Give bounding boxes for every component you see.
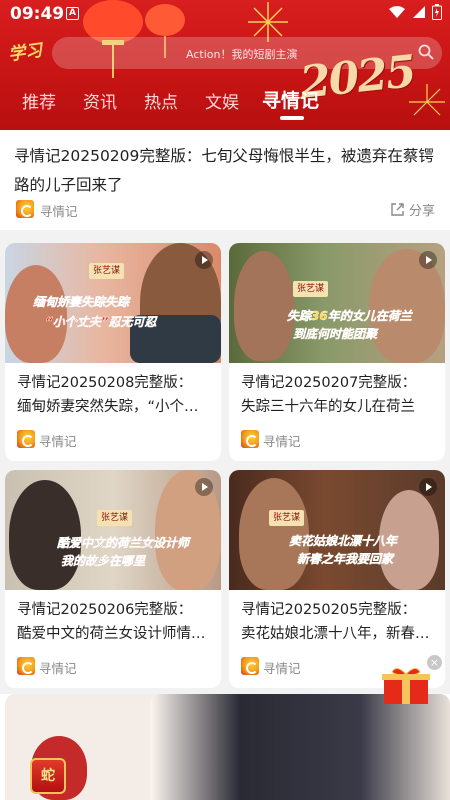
- card-title-line: 寻情记20250207完整版：: [241, 375, 417, 391]
- host-badge: 张艺谋: [97, 510, 133, 526]
- system-icons: [388, 4, 442, 20]
- channel-icon: [241, 430, 259, 448]
- app-logo[interactable]: 学习: [6, 36, 43, 66]
- signal-icon: [413, 6, 425, 18]
- snake-year-button[interactable]: 蛇: [30, 758, 66, 794]
- channel-icon: [17, 657, 35, 675]
- channel-icon: [241, 657, 259, 675]
- channel-icon: [16, 200, 34, 218]
- notification-icon: A: [66, 7, 79, 20]
- active-tab-indicator: [280, 116, 304, 120]
- video-thumbnail[interactable]: 张艺谋 缅甸娇妻失踪失踪 “小个丈夫”忍无可忍: [5, 243, 221, 363]
- video-card[interactable]: 张艺谋 酷爱中文的荷兰女设计师 我的故乡在哪里 寻情记20250206完整版： …: [5, 470, 221, 688]
- play-icon[interactable]: [195, 478, 213, 496]
- thumbnail-caption: “小个丈夫”忍无可忍: [45, 315, 157, 329]
- play-icon[interactable]: [419, 251, 437, 269]
- search-icon[interactable]: [418, 44, 434, 60]
- card-title-line: 酷爱中文的荷兰女设计师情系故乡: [17, 626, 213, 642]
- card-title-line: 寻情记20250206完整版：: [17, 602, 193, 618]
- video-thumbnail[interactable]: 张艺谋 酷爱中文的荷兰女设计师 我的故乡在哪里: [5, 470, 221, 590]
- thumbnail-caption: 到底何时能团聚: [293, 327, 378, 341]
- channel-name[interactable]: 寻情记: [39, 658, 77, 677]
- channel-name[interactable]: 寻情记: [40, 201, 78, 220]
- card-title[interactable]: 寻情记20250206完整版： 酷爱中文的荷兰女设计师情系故乡: [17, 598, 213, 646]
- host-badge: 张艺谋: [293, 281, 329, 297]
- card-title-line: 失踪三十六年的女儿在荷兰: [241, 399, 415, 415]
- tab-xunqingji[interactable]: 寻情记: [262, 86, 319, 113]
- thumbnail-caption: 我的故乡在哪里: [61, 554, 146, 568]
- tab-news[interactable]: 资讯: [83, 88, 117, 113]
- video-thumbnail[interactable]: [150, 694, 450, 800]
- share-label: 分享: [409, 204, 436, 219]
- search-placeholder[interactable]: Action！我的短剧主演: [186, 46, 297, 62]
- share-icon: [391, 203, 404, 216]
- channel-name[interactable]: 寻情记: [39, 431, 77, 450]
- video-thumbnail[interactable]: 张艺谋 卖花姑娘北漂十八年 新春之年我要回家: [229, 470, 445, 590]
- thumbnail-caption: 酷爱中文的荷兰女设计师: [57, 536, 190, 550]
- share-button[interactable]: 分享: [390, 200, 435, 219]
- gift-icon[interactable]: [378, 664, 438, 704]
- channel-name[interactable]: 寻情记: [263, 431, 301, 450]
- play-icon[interactable]: [419, 478, 437, 496]
- card-title[interactable]: 寻情记20250208完整版： 缅甸娇妻突然失踪，“小个子丈夫”忍无可忍: [17, 371, 213, 419]
- host-badge: 张艺谋: [269, 510, 305, 526]
- card-title-line: 缅甸娇妻突然失踪，“小个子丈夫”忍无可忍: [17, 399, 213, 415]
- tab-hot[interactable]: 热点: [144, 88, 178, 113]
- channel-icon: [17, 430, 35, 448]
- host-badge: 张艺谋: [89, 263, 125, 279]
- status-time: 09:49: [10, 4, 65, 24]
- thumbnail-caption: 缅甸娇妻失踪失踪: [33, 295, 130, 309]
- battery-icon: [432, 4, 442, 20]
- wifi-icon: [389, 6, 405, 18]
- video-card[interactable]: 张艺谋 缅甸娇妻失踪失踪 “小个丈夫”忍无可忍 寻情记20250208完整版： …: [5, 243, 221, 461]
- card-title[interactable]: 寻情记20250205完整版： 卖花姑娘北漂十八年，新春之年我要回家: [241, 598, 437, 646]
- next-card-row[interactable]: [0, 694, 450, 800]
- video-card[interactable]: 张艺谋 失踪36年的女儿在荷兰 到底何时能团聚 寻情记20250207完整版： …: [229, 243, 445, 461]
- thumbnail-caption: 卖花姑娘北漂十八年: [289, 534, 398, 548]
- thumbnail-caption: 新春之年我要回家: [297, 552, 394, 566]
- video-thumbnail[interactable]: 张艺谋 失踪36年的女儿在荷兰 到底何时能团聚: [229, 243, 445, 363]
- channel-name[interactable]: 寻情记: [263, 658, 301, 677]
- article-title[interactable]: 寻情记20250209完整版：七旬父母悔恨半生，被遗弃在蔡锷路的儿子回来了: [14, 142, 438, 200]
- card-title-line: 寻情记20250205完整版：: [241, 602, 417, 618]
- channel-tabs: 推荐 资讯 热点 文娱 寻情记: [0, 84, 450, 124]
- tab-recommend[interactable]: 推荐: [22, 88, 56, 113]
- play-icon[interactable]: [195, 251, 213, 269]
- status-bar: 09:49 A: [0, 0, 450, 28]
- tab-entertainment[interactable]: 文娱: [205, 88, 239, 113]
- header: 09:49 A 学习 Action！我的短剧主演 2025 推荐 资讯 热点 文…: [0, 0, 450, 130]
- top-article[interactable]: 寻情记20250209完整版：七旬父母悔恨半生，被遗弃在蔡锷路的儿子回来了 寻情…: [0, 130, 450, 230]
- video-card[interactable]: 张艺谋 卖花姑娘北漂十八年 新春之年我要回家 寻情记20250205完整版： 卖…: [229, 470, 445, 688]
- card-title[interactable]: 寻情记20250207完整版： 失踪三十六年的女儿在荷兰: [241, 371, 437, 419]
- card-title-line: 寻情记20250208完整版：: [17, 375, 193, 391]
- thumbnail-caption: 失踪36年的女儿在荷兰: [287, 309, 412, 323]
- card-title-line: 卖花姑娘北漂十八年，新春之年我要回家: [241, 626, 437, 642]
